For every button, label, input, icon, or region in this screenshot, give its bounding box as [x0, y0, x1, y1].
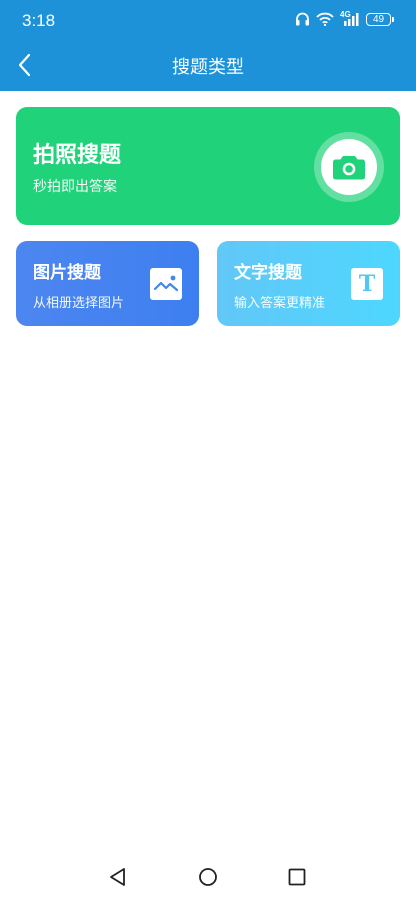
image-search-title: 图片搜题	[33, 263, 101, 283]
battery-icon: 49	[366, 12, 394, 26]
status-time: 3:18	[22, 11, 56, 30]
text-icon: T	[358, 271, 376, 297]
system-back-button[interactable]	[108, 867, 128, 891]
image-search-card[interactable]: 图片搜题 从相册选择图片	[16, 241, 199, 326]
camera-icon	[333, 156, 365, 180]
app-header: 3:18 4G 49 搜题类型	[0, 0, 416, 91]
system-recents-button[interactable]	[287, 867, 307, 891]
triangle-back-icon	[110, 868, 125, 886]
image-icon-badge	[150, 268, 182, 300]
image-icon	[153, 275, 179, 292]
photo-search-subtitle: 秒拍即出答案	[33, 179, 117, 195]
system-nav-bar	[0, 855, 416, 900]
text-search-card[interactable]: 文字搜题 输入答案更精准 T	[217, 241, 400, 326]
camera-icon-badge	[314, 132, 384, 202]
wifi-icon	[316, 12, 334, 26]
status-bar: 3:18 4G 49	[0, 0, 416, 40]
image-search-subtitle: 从相册选择图片	[33, 296, 125, 311]
photo-search-title: 拍照搜题	[33, 143, 122, 168]
headphones-icon	[296, 12, 309, 26]
page-title: 搜题类型	[172, 57, 244, 78]
nav-bar: 搜题类型	[0, 40, 416, 91]
text-search-subtitle: 输入答案更精准	[234, 296, 326, 311]
text-search-title: 文字搜题	[234, 263, 302, 283]
system-home-button[interactable]	[198, 867, 218, 891]
photo-search-card[interactable]: 拍照搜题 秒拍即出答案	[16, 107, 400, 225]
signal-icon: 4G	[340, 10, 360, 26]
text-icon-badge: T	[351, 268, 383, 300]
square-recents-icon	[288, 868, 306, 886]
status-icons: 4G 49	[295, 10, 394, 26]
battery-level: 49	[372, 13, 385, 25]
circle-home-icon	[199, 868, 217, 886]
